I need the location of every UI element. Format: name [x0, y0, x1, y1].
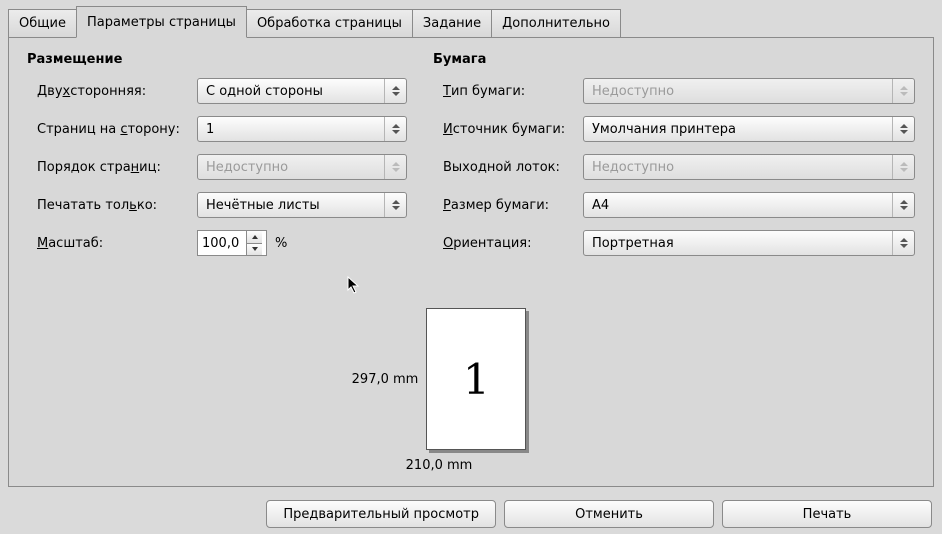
output-tray-value: Недоступно	[592, 160, 674, 175]
paper-type-label: Тип бумаги:	[433, 84, 583, 99]
preview-width-label: 210,0 mm	[319, 458, 559, 473]
preview-page-icon: 1	[426, 308, 526, 450]
scale-input[interactable]	[198, 231, 246, 255]
tab-page-processing-label: Обработка страницы	[257, 16, 402, 31]
preview-button[interactable]: Предварительный просмотр	[266, 500, 496, 528]
paper-size-value: A4	[592, 198, 609, 213]
page-order-value: Недоступно	[206, 160, 288, 175]
paper-type-value: Недоступно	[592, 84, 674, 99]
page-setup-panel: Размещение Двухсторонняя: С одной сторон…	[8, 37, 934, 487]
tab-bar: Общие Параметры страницы Обработка стран…	[0, 0, 942, 37]
scale-up-button[interactable]	[247, 231, 262, 244]
paper-source-combo[interactable]: Умолчания принтера	[583, 116, 915, 142]
paper-size-label: Размер бумаги:	[433, 198, 583, 213]
scale-down-button[interactable]	[247, 244, 262, 256]
tab-job[interactable]: Задание	[412, 9, 492, 37]
pages-per-side-combo[interactable]: 1	[197, 116, 407, 142]
tab-page-setup-label: Параметры страницы	[87, 15, 236, 30]
paper-size-combo[interactable]: A4	[583, 192, 915, 218]
chevron-updown-icon	[384, 155, 406, 179]
chevron-updown-icon	[384, 117, 406, 141]
tab-page-processing[interactable]: Обработка страницы	[246, 9, 413, 37]
chevron-updown-icon	[384, 193, 406, 217]
scale-label: Масштаб:	[27, 236, 197, 251]
print-only-label: Печатать только:	[27, 198, 197, 213]
paper-title: Бумага	[433, 52, 915, 67]
chevron-updown-icon	[892, 231, 914, 255]
preview-height-label: 297,0 mm	[352, 372, 419, 387]
print-button[interactable]: Печать	[722, 500, 932, 528]
tab-general[interactable]: Общие	[8, 9, 77, 37]
chevron-updown-icon	[892, 117, 914, 141]
pages-per-side-value: 1	[206, 122, 214, 137]
tab-page-setup[interactable]: Параметры страницы	[76, 6, 247, 38]
layout-title: Размещение	[27, 52, 407, 67]
chevron-updown-icon	[892, 193, 914, 217]
page-preview: 297,0 mm 1 210,0 mm	[319, 308, 559, 473]
page-order-label: Порядок страниц:	[27, 160, 197, 175]
paper-source-label: Источник бумаги:	[433, 122, 583, 137]
print-button-label: Печать	[803, 507, 852, 522]
dialog-footer: Предварительный просмотр Отменить Печать	[266, 500, 932, 528]
page-order-combo: Недоступно	[197, 154, 407, 180]
tab-advanced-label: Дополнительно	[502, 16, 610, 31]
preview-button-label: Предварительный просмотр	[283, 507, 479, 522]
chevron-updown-icon	[892, 79, 914, 103]
pages-per-side-label: Страниц на сторону:	[27, 122, 197, 137]
scale-spinner[interactable]	[197, 230, 267, 256]
orientation-label: Ориентация:	[433, 236, 583, 251]
chevron-updown-icon	[384, 79, 406, 103]
chevron-updown-icon	[892, 155, 914, 179]
output-tray-label: Выходной лоток:	[433, 160, 583, 175]
paper-type-combo: Недоступно	[583, 78, 915, 104]
cancel-button[interactable]: Отменить	[504, 500, 714, 528]
print-only-value: Нечётные листы	[206, 198, 320, 213]
duplex-combo[interactable]: С одной стороны	[197, 78, 407, 104]
orientation-value: Портретная	[592, 236, 674, 251]
cursor-icon	[347, 276, 363, 296]
preview-page-number: 1	[463, 355, 490, 404]
duplex-value: С одной стороны	[206, 84, 323, 99]
orientation-combo[interactable]: Портретная	[583, 230, 915, 256]
output-tray-combo: Недоступно	[583, 154, 915, 180]
scale-percent-label: %	[275, 236, 287, 251]
tab-general-label: Общие	[19, 16, 66, 31]
duplex-label: Двухсторонняя:	[27, 84, 197, 99]
cancel-button-label: Отменить	[575, 507, 643, 522]
tab-job-label: Задание	[423, 16, 481, 31]
print-only-combo[interactable]: Нечётные листы	[197, 192, 407, 218]
tab-advanced[interactable]: Дополнительно	[491, 9, 621, 37]
paper-source-value: Умолчания принтера	[592, 122, 736, 137]
